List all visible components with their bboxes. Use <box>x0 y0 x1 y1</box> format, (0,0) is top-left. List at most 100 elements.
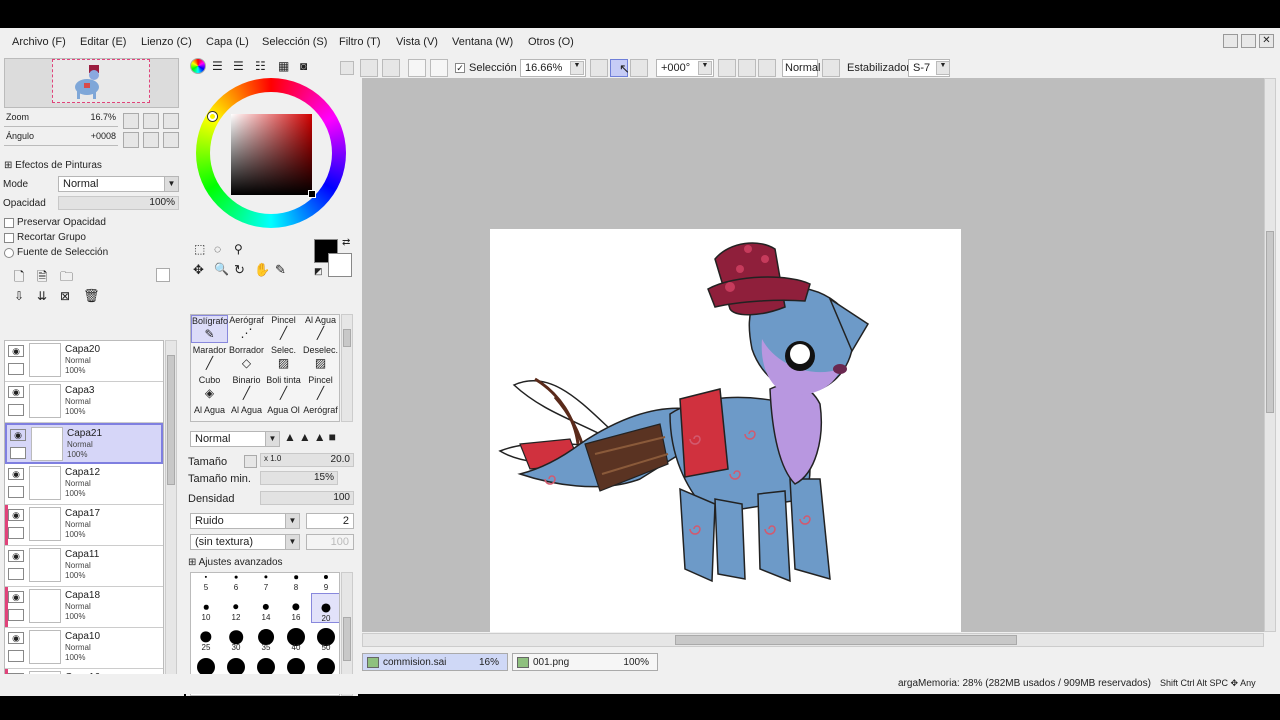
canvas-vertical-scrollbar[interactable] <box>1264 78 1276 632</box>
menu-capa[interactable]: Capa (L) <box>206 36 249 48</box>
canvas-area[interactable] <box>362 78 1264 632</box>
layer-lock-toggle[interactable] <box>8 609 24 621</box>
transparent-color-icon[interactable]: ◩ <box>314 266 323 277</box>
layer-list-scrollbar[interactable] <box>165 340 177 684</box>
brush-size-slider[interactable]: x 1.0 20.0 <box>260 453 354 467</box>
brush-size-preset[interactable]: 25 <box>191 623 221 653</box>
brush-shape-icons[interactable]: ▲▲▲■ <box>284 430 339 444</box>
tool-button[interactable]: Marador ╱ <box>191 345 228 373</box>
texture-strength-field[interactable]: 100 <box>306 534 354 550</box>
brush-size-preset[interactable]: 16 <box>281 593 311 623</box>
layer-row[interactable]: ◉ Capa11 Normal 100% <box>5 546 163 587</box>
brush-size-preset[interactable]: 10 <box>191 593 221 623</box>
size-multiplier-button[interactable] <box>244 455 257 468</box>
blend-mode-field[interactable]: Normal <box>782 59 820 77</box>
eye-icon[interactable]: ◉ <box>8 468 24 480</box>
tool-button[interactable]: Boli tinta ╱ <box>265 375 302 403</box>
close-button[interactable]: ✕ <box>1259 34 1274 48</box>
menu-seleccion[interactable]: Selección (S) <box>262 36 327 48</box>
brush-size-preset[interactable]: 6 <box>221 573 251 593</box>
swatches-tab-icon[interactable]: ☷ <box>255 59 266 73</box>
undo-icon[interactable] <box>360 59 378 77</box>
rotate-ccw-icon[interactable] <box>718 59 736 77</box>
saturation-value-square[interactable] <box>231 114 312 195</box>
new-linework-layer-icon[interactable]: 🗎 <box>37 268 47 290</box>
tool-button[interactable]: Al Agua <box>191 405 228 421</box>
texture-select[interactable]: (sin textura) ▼ <box>190 534 300 550</box>
eye-icon[interactable]: ◉ <box>8 632 24 644</box>
document-tab[interactable]: commision.sai 16% <box>362 653 508 671</box>
color-wheel[interactable] <box>196 78 346 228</box>
selection-checkbox[interactable]: ✓ <box>455 63 465 73</box>
new-folder-icon[interactable]: 🗀 <box>60 268 73 290</box>
tool-palette-scrollbar[interactable] <box>341 314 353 422</box>
advanced-settings-toggle[interactable]: ⊞ Ajustes avanzados <box>188 557 283 568</box>
hsv-slider-tab-icon[interactable]: ☰ <box>233 59 244 73</box>
stabilizer-dropdown-icon[interactable]: ▼ <box>936 61 950 75</box>
deselect-icon[interactable] <box>408 59 426 77</box>
clip-group-checkbox[interactable] <box>4 233 14 243</box>
eye-icon[interactable]: ◉ <box>8 345 24 357</box>
angle-dropdown-icon[interactable]: ▼ <box>698 61 712 75</box>
preserve-opacity-checkbox[interactable] <box>4 218 14 228</box>
layer-lock-toggle[interactable] <box>8 650 24 662</box>
tool-button[interactable]: Deselec. ▨ <box>302 345 339 373</box>
magic-wand-icon[interactable]: ⚲ <box>234 242 243 256</box>
menu-otros[interactable]: Otros (O) <box>528 36 574 48</box>
layer-lock-toggle[interactable] <box>8 363 24 375</box>
layer-lock-toggle[interactable] <box>8 568 24 580</box>
menu-lienzo[interactable]: Lienzo (C) <box>141 36 192 48</box>
zoom-out-button[interactable] <box>123 113 139 129</box>
panel-toggle-icon[interactable] <box>340 61 354 75</box>
tool-button[interactable]: Aerógraf ⋰ <box>228 315 265 343</box>
rotate-right-button[interactable] <box>143 132 159 148</box>
menu-editar[interactable]: Editar (E) <box>80 36 126 48</box>
brush-size-preset[interactable]: 20 <box>311 593 339 623</box>
density-slider[interactable]: 100 <box>260 491 354 505</box>
transfer-down-icon[interactable]: ⇩ <box>14 289 24 303</box>
zoom-reset-button[interactable] <box>163 113 179 129</box>
layer-lock-toggle[interactable] <box>10 447 26 459</box>
clear-layer-icon[interactable]: ⊠ <box>60 289 70 303</box>
zoom-dropdown-icon[interactable]: ▼ <box>570 61 584 75</box>
brush-size-preset[interactable]: 7 <box>251 573 281 593</box>
minimize-button[interactable] <box>1223 34 1238 48</box>
zoom-in-button[interactable] <box>143 113 159 129</box>
angle-slider[interactable]: Ángulo +0008 <box>4 131 118 147</box>
layer-lock-toggle[interactable] <box>8 486 24 498</box>
delete-layer-icon[interactable]: 🗑 <box>83 288 100 304</box>
zoom-fit-icon[interactable] <box>630 59 648 77</box>
menu-archivo[interactable]: Archivo (F) <box>12 36 66 48</box>
color-picker-icon[interactable] <box>308 190 316 198</box>
zoom-slider[interactable]: Zoom 16.7% <box>4 112 118 128</box>
secondary-color-swatch[interactable] <box>328 253 352 277</box>
tool-button[interactable]: Borrador ◇ <box>228 345 265 373</box>
min-size-slider[interactable]: 15% <box>260 471 338 485</box>
tool-button[interactable]: Selec. ▨ <box>265 345 302 373</box>
tool-button[interactable]: Binario ╱ <box>228 375 265 403</box>
flip-horizontal-icon[interactable] <box>822 59 840 77</box>
tool-button[interactable]: Aerógraf <box>302 405 339 421</box>
layer-row[interactable]: ◉ Capa10 Normal 100% <box>5 628 163 669</box>
layer-mode-select[interactable]: Normal ▼ <box>58 176 179 192</box>
brush-size-preset[interactable]: 12 <box>221 593 251 623</box>
brush-size-preset[interactable]: 9 <box>311 573 339 593</box>
eye-icon[interactable]: ◉ <box>8 509 24 521</box>
layer-row[interactable]: ◉ Capa18 Normal 100% <box>5 587 163 628</box>
layer-lock-toggle[interactable] <box>8 527 24 539</box>
user-color-tab-icon[interactable]: ◙ <box>300 59 307 73</box>
zoom-tool-icon[interactable]: 🔍 <box>214 262 229 276</box>
noise-select[interactable]: Ruido ▼ <box>190 513 300 529</box>
lasso-icon[interactable]: ◌ <box>214 242 221 256</box>
opacity-slider[interactable]: 100% <box>58 196 179 210</box>
brush-size-preset[interactable]: 14 <box>251 593 281 623</box>
layer-row[interactable]: ◉ Capa3 Normal 100% <box>5 382 163 423</box>
tool-button[interactable]: Al Agua <box>228 405 265 421</box>
redo-icon[interactable] <box>382 59 400 77</box>
canvas-horizontal-scrollbar[interactable] <box>362 633 1264 647</box>
rotate-tool-icon[interactable]: ↻ <box>234 262 245 278</box>
color-wheel-tab-icon[interactable] <box>190 58 206 74</box>
brush-blend-select[interactable]: Normal ▼ <box>190 431 280 447</box>
layer-settings-icon[interactable] <box>156 268 170 282</box>
brush-size-preset[interactable]: 5 <box>191 573 221 593</box>
